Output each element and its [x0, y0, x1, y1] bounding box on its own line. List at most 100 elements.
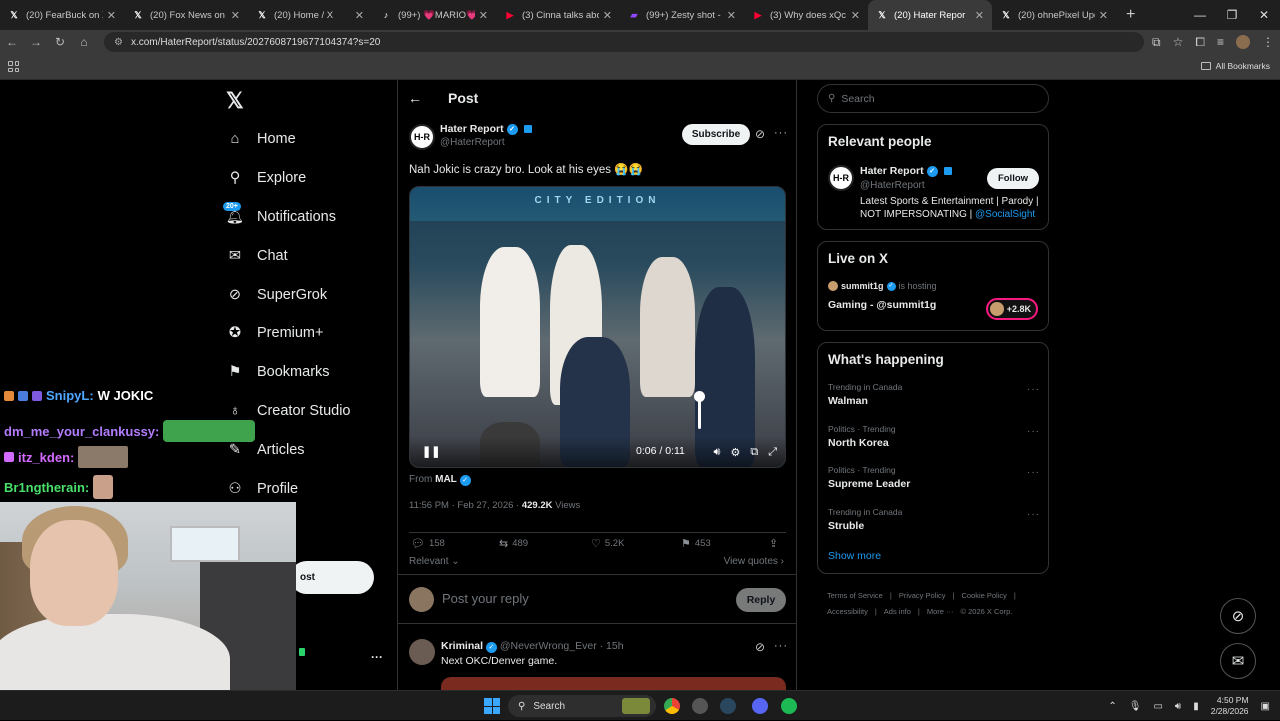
- tab-close-icon[interactable]: ✕: [851, 9, 860, 22]
- back-arrow-icon[interactable]: ←: [408, 90, 422, 106]
- footer-link[interactable]: Terms of Service: [827, 591, 883, 600]
- volume-knob[interactable]: [694, 391, 705, 402]
- tab-close-icon[interactable]: ✕: [975, 9, 984, 22]
- browser-tab[interactable]: ▰ (99+) Zesty shot - Tw ✕: [620, 0, 744, 30]
- browser-tab[interactable]: 𝕏 (20) FearBuck on X: " ✕: [0, 0, 124, 30]
- fullscreen-icon[interactable]: ⤢: [768, 446, 777, 459]
- nav-item-supergrok[interactable]: ⊘ SuperGrok: [225, 275, 395, 314]
- apps-icon[interactable]: [8, 61, 19, 72]
- spotify-icon[interactable]: [781, 698, 797, 714]
- browser-tab[interactable]: ♪ (99+) 💗MARIO💗 (@ ✕: [372, 0, 496, 30]
- install-icon[interactable]: ⧉: [1152, 35, 1161, 50]
- reply-author-name[interactable]: Kriminal: [441, 640, 483, 652]
- trend-item[interactable]: Trending in Canada Struble ···: [828, 507, 1040, 532]
- footer-link[interactable]: Ads info: [884, 607, 911, 616]
- footer-link[interactable]: More ···: [927, 607, 954, 616]
- trend-item[interactable]: Politics · Trending North Korea ···: [828, 424, 1040, 449]
- reply-action[interactable]: 💬︎ 158: [411, 537, 445, 550]
- messages-fab-icon[interactable]: ✉: [1220, 643, 1256, 679]
- microphone-icon[interactable]: 🎙︎: [1129, 701, 1142, 712]
- reload-icon[interactable]: ↻: [48, 35, 72, 49]
- browser-tab[interactable]: 𝕏 (20) Home / X ✕: [248, 0, 372, 30]
- trend-item[interactable]: Trending in Canada Walman ···: [828, 382, 1040, 407]
- obs-icon[interactable]: [692, 698, 708, 714]
- footer-link[interactable]: Accessibility: [827, 607, 868, 616]
- url-bar[interactable]: ⚙ x.com/HaterReport/status/2027608719677…: [104, 32, 1144, 52]
- restore-icon[interactable]: ❐: [1216, 8, 1248, 22]
- widgets-icon[interactable]: [622, 698, 650, 714]
- more-options-icon[interactable]: ···: [774, 127, 788, 139]
- windows-start-icon[interactable]: [484, 698, 500, 714]
- tab-close-icon[interactable]: ✕: [355, 9, 364, 22]
- pip-icon[interactable]: ⧉: [750, 446, 758, 459]
- repost-action[interactable]: ⇆ 489: [499, 537, 528, 550]
- reply-sort-dropdown[interactable]: Relevant ⌄: [409, 556, 460, 567]
- post-time[interactable]: 11:56 PM · Feb 27, 2026 ·: [409, 500, 522, 511]
- home-browser-icon[interactable]: ⌂: [72, 35, 96, 49]
- author-avatar[interactable]: H-R: [409, 124, 435, 150]
- close-window-icon[interactable]: ✕: [1248, 8, 1280, 22]
- relevant-person-name-row[interactable]: Hater Report ✓: [860, 165, 952, 177]
- grok-icon[interactable]: ⊘: [755, 127, 765, 141]
- minimize-icon[interactable]: —: [1184, 8, 1216, 22]
- browser-tab[interactable]: ▶ (3) Why does xQc ru ✕: [744, 0, 868, 30]
- grok-icon[interactable]: ⊘: [755, 640, 765, 654]
- tab-close-icon[interactable]: ✕: [107, 9, 116, 22]
- tab-close-icon[interactable]: ✕: [1099, 9, 1108, 22]
- more-options-icon[interactable]: ···: [774, 640, 788, 652]
- tab-close-icon[interactable]: ✕: [603, 9, 612, 22]
- reply-avatar[interactable]: [409, 639, 435, 665]
- reply-media[interactable]: [441, 677, 786, 690]
- author-handle[interactable]: @HaterReport: [440, 137, 532, 148]
- speaker-icon[interactable]: 🔊︎: [1175, 701, 1181, 712]
- video-player[interactable]: CITY EDITION ❚❚ 0:06 / 0:11 🔊︎ ⚙ ⧉ ⤢: [409, 186, 786, 468]
- trend-more-icon[interactable]: ···: [1027, 384, 1040, 395]
- browser-tab[interactable]: ▶ (3) Cinna talks about ✕: [496, 0, 620, 30]
- x-logo-icon[interactable]: 𝕏: [226, 88, 244, 114]
- bio-link[interactable]: @SocialSight: [975, 209, 1035, 220]
- menu-icon[interactable]: ⋮: [1262, 35, 1274, 49]
- relevant-person-handle[interactable]: @HaterReport: [860, 180, 925, 191]
- extensions-icon[interactable]: ⧠: [1195, 35, 1205, 50]
- from-source-name[interactable]: MAL: [435, 474, 457, 485]
- site-info-icon[interactable]: ⚙: [114, 37, 123, 48]
- tab-close-icon[interactable]: ✕: [231, 9, 240, 22]
- browser-tab[interactable]: 𝕏 (20) ohnePixel Upda ✕: [992, 0, 1116, 30]
- follow-button[interactable]: Follow: [987, 168, 1039, 189]
- browser-tab[interactable]: 𝕏 (20) Fox News on X: " ✕: [124, 0, 248, 30]
- footer-link[interactable]: Privacy Policy: [899, 591, 946, 600]
- account-more-icon[interactable]: ···: [371, 650, 383, 664]
- nav-item-notifications[interactable]: 🔔︎ Notifications 20+: [223, 198, 395, 237]
- star-icon[interactable]: ☆: [1173, 35, 1184, 49]
- nav-item-explore[interactable]: ⚲ Explore: [225, 159, 395, 198]
- profile-avatar-icon[interactable]: [1236, 35, 1250, 49]
- discord-icon[interactable]: [752, 698, 768, 714]
- show-more-link[interactable]: Show more: [828, 550, 881, 562]
- new-tab-icon[interactable]: +: [1126, 6, 1135, 24]
- back-icon[interactable]: ←: [0, 35, 24, 49]
- post-button[interactable]: ost: [290, 561, 374, 594]
- footer-link[interactable]: © 2026 X Corp.: [961, 607, 1013, 616]
- tab-close-icon[interactable]: ✕: [479, 9, 488, 22]
- search-box[interactable]: ⚲ Search: [817, 84, 1049, 113]
- battery-icon[interactable]: ▮: [1193, 701, 1199, 712]
- settings-icon[interactable]: ⚙: [730, 446, 740, 459]
- tab-close-icon[interactable]: ✕: [727, 9, 736, 22]
- nav-item-home[interactable]: ⌂ Home: [225, 120, 395, 159]
- author-name-row[interactable]: Hater Report ✓: [440, 123, 532, 135]
- bookmark-action[interactable]: ⚑ 453: [681, 537, 711, 550]
- steam-icon[interactable]: [720, 698, 736, 714]
- reply-author-handle[interactable]: @NeverWrong_Ever · 15h: [500, 640, 624, 652]
- live-show-title[interactable]: Gaming - @summit1g: [828, 299, 936, 311]
- chrome-icon[interactable]: [664, 698, 680, 714]
- reply-input[interactable]: Post your reply: [442, 591, 529, 606]
- footer-link[interactable]: Cookie Policy: [961, 591, 1006, 600]
- grok-fab-icon[interactable]: ⊘: [1220, 598, 1256, 634]
- browser-tab[interactable]: 𝕏 (20) Hater Repor ✕: [868, 0, 992, 30]
- forward-icon[interactable]: →: [24, 35, 48, 49]
- pause-icon[interactable]: ❚❚: [422, 445, 440, 458]
- like-action[interactable]: ♡ 5.2K: [591, 537, 624, 550]
- clock[interactable]: 4:50 PM 2/28/2026: [1211, 695, 1249, 717]
- live-host-row[interactable]: summit1g ✓ is hosting: [828, 281, 937, 291]
- reply-button[interactable]: Reply: [736, 588, 786, 612]
